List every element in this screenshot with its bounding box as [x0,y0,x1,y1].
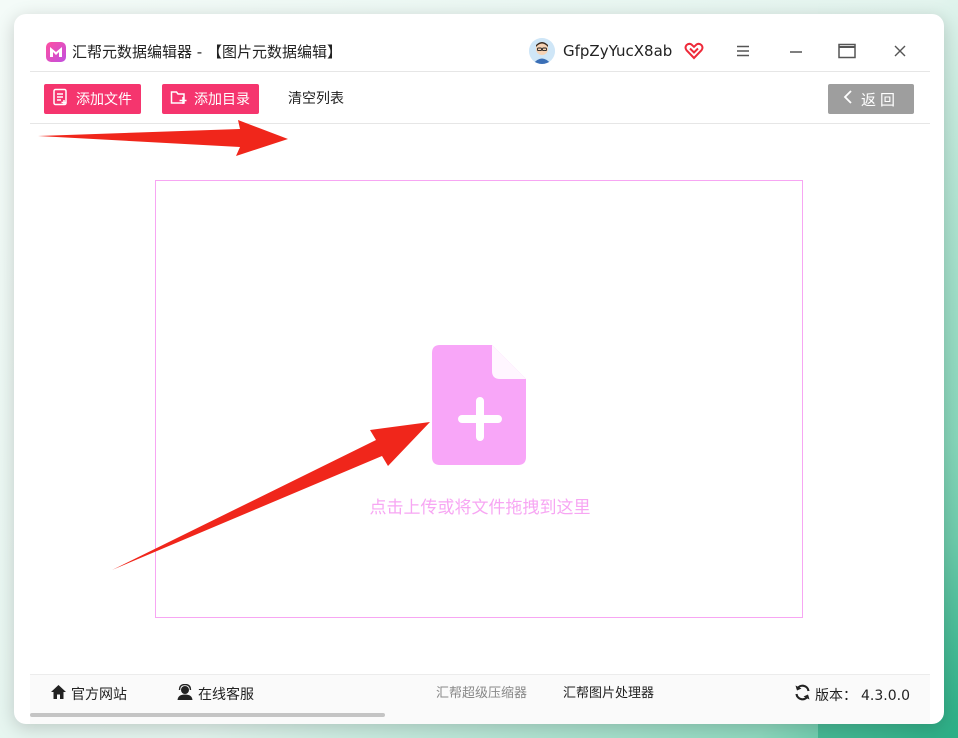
chevron-left-icon [843,90,853,108]
add-file-icon [52,88,70,110]
compressor-link[interactable]: 汇帮超级压缩器 [436,684,527,704]
horizontal-scrollbar[interactable] [30,713,385,717]
app-window: 汇帮元数据编辑器 - 【图片元数据编辑】 GfpZyYucX8ab 添加文件 添… [14,14,944,724]
drop-hint-text: 点击上传或将文件拖拽到这里 [369,498,591,518]
online-support-label: 在线客服 [198,687,254,703]
close-icon[interactable] [887,38,913,64]
user-avatar[interactable] [529,38,555,64]
username[interactable]: GfpZyYucX8ab [563,41,672,61]
window-title: 汇帮元数据编辑器 - 【图片元数据编辑】 [72,43,342,61]
official-website-link[interactable]: 官方网站 [50,684,127,706]
add-file-button[interactable]: 添加文件 [44,84,141,114]
version-info[interactable]: 版本： 4.3.0.0 [794,684,910,707]
title-divider [30,71,930,72]
online-support-link[interactable]: 在线客服 [176,683,254,706]
official-website-label: 官方网站 [71,687,127,703]
compressor-label: 汇帮超级压缩器 [436,686,528,701]
version-label: 版本： [815,687,857,704]
maximize-icon[interactable] [834,38,860,64]
home-icon [50,684,67,706]
minimize-icon[interactable] [783,38,809,64]
add-directory-label: 添加目录 [194,92,250,108]
toolbar-divider [30,123,930,124]
annotation-arrow-top [38,120,288,156]
image-processor-link[interactable]: 汇帮图片处理器 [563,684,654,704]
app-logo-icon [46,42,66,62]
menu-icon[interactable] [730,38,756,64]
back-label: 返回 [860,90,899,109]
add-folder-icon [170,88,188,110]
vip-heart-icon[interactable] [684,41,704,61]
title-bar: 汇帮元数据编辑器 - 【图片元数据编辑】 GfpZyYucX8ab [14,14,944,72]
refresh-icon [794,684,811,707]
file-add-icon[interactable] [432,345,528,465]
version-value: 4.3.0.0 [861,687,910,704]
clear-list-button[interactable]: 清空列表 [288,89,344,109]
support-agent-icon [176,683,194,706]
file-drop-zone[interactable]: 点击上传或将文件拖拽到这里 [155,180,803,618]
add-directory-button[interactable]: 添加目录 [162,84,259,114]
back-button[interactable]: 返回 [828,84,914,114]
add-file-label: 添加文件 [76,92,132,108]
image-processor-label: 汇帮图片处理器 [563,686,655,701]
